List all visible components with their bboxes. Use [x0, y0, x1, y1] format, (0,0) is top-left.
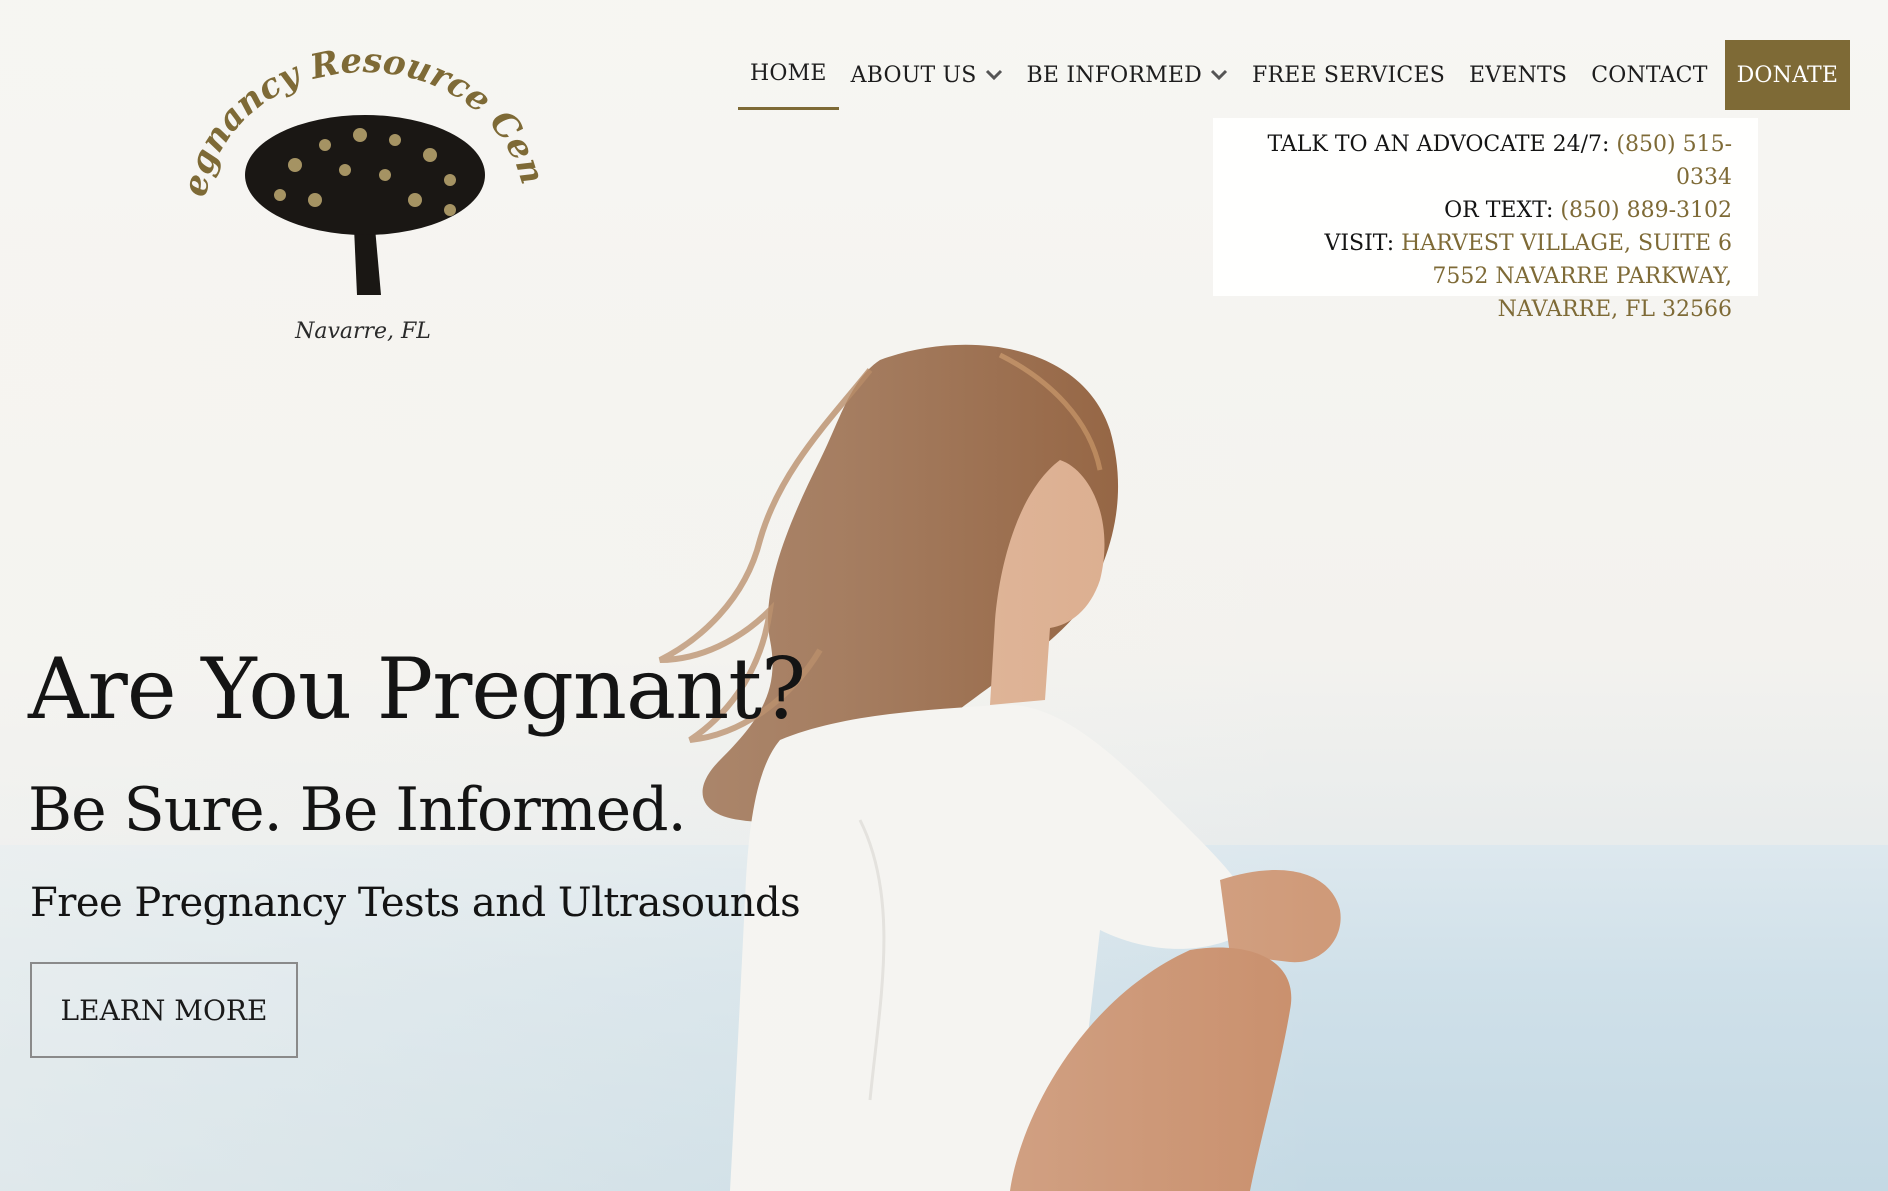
nav-home[interactable]: HOME	[738, 40, 839, 110]
logo-location-text: Navarre, FL	[294, 319, 431, 344]
visit-line: VISIT: HARVEST VILLAGE, SUITE 6	[1213, 227, 1732, 260]
visit-label: VISIT:	[1324, 231, 1395, 256]
learn-more-label: LEARN MORE	[60, 993, 268, 1027]
hero-tagline: Free Pregnancy Tests and Ultrasounds	[30, 880, 801, 926]
chevron-down-icon	[1210, 69, 1228, 81]
advocate-label: TALK TO AN ADVOCATE 24/7:	[1267, 132, 1610, 157]
donate-button-label: DONATE	[1736, 62, 1839, 88]
address-line-2-link[interactable]: 7552 NAVARRE PARKWAY,	[1213, 260, 1732, 293]
nav-events[interactable]: EVENTS	[1457, 40, 1579, 110]
contact-info-box: TALK TO AN ADVOCATE 24/7: (850) 515-0334…	[1213, 118, 1758, 322]
nav-contact[interactable]: CONTACT	[1579, 40, 1719, 110]
tree-icon	[245, 115, 485, 295]
hero-headline: Are You Pregnant?	[28, 640, 806, 738]
nav-free-services[interactable]: FREE SERVICES	[1240, 40, 1457, 110]
advocate-phone-link[interactable]: (850) 515-0334	[1616, 132, 1732, 190]
address-line-3-link[interactable]: NAVARRE, FL 32566	[1213, 293, 1732, 326]
text-line: OR TEXT: (850) 889-3102	[1213, 194, 1732, 227]
nav-events-label: EVENTS	[1468, 62, 1568, 88]
nav-about-us[interactable]: ABOUT US	[839, 40, 1015, 110]
main-nav: HOME ABOUT US BE INFORMED FREE SERVICES …	[738, 40, 1851, 110]
nav-contact-label: CONTACT	[1591, 62, 1708, 88]
nav-free-services-label: FREE SERVICES	[1251, 62, 1445, 88]
hero-subhead: Be Sure. Be Informed.	[28, 775, 687, 845]
nav-about-us-label: ABOUT US	[850, 62, 977, 88]
donate-button[interactable]: DONATE	[1724, 40, 1851, 110]
nav-be-informed[interactable]: BE INFORMED	[1015, 40, 1240, 110]
nav-be-informed-label: BE INFORMED	[1026, 62, 1202, 88]
text-phone-link[interactable]: (850) 889-3102	[1560, 198, 1732, 223]
text-label: OR TEXT:	[1444, 198, 1554, 223]
chevron-down-icon	[985, 69, 1002, 81]
learn-more-button[interactable]: LEARN MORE	[30, 962, 298, 1058]
advocate-line: TALK TO AN ADVOCATE 24/7: (850) 515-0334	[1213, 128, 1732, 194]
nav-home-label: HOME	[750, 61, 827, 86]
logo[interactable]: Pregnancy Resource Center Navarre, FL	[185, 40, 545, 350]
address-line-1-link[interactable]: HARVEST VILLAGE, SUITE 6	[1401, 231, 1732, 256]
